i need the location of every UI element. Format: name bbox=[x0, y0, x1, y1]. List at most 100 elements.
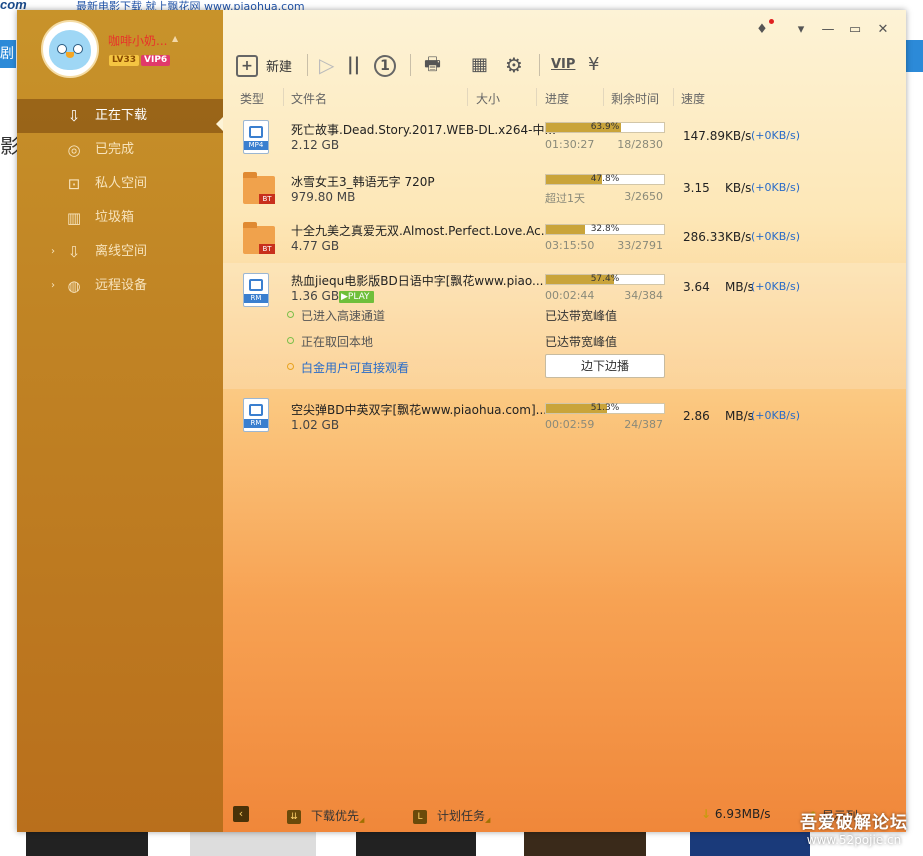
sidebar-item-downloading[interactable]: ⇩ 正在下载 bbox=[17, 99, 223, 133]
sidebar-item-trash[interactable]: ▥ 垃圾箱 bbox=[17, 201, 223, 235]
task-speed-boost[interactable]: (+0KB/s) bbox=[751, 181, 800, 194]
user-avatar[interactable] bbox=[41, 20, 99, 78]
column-header-type[interactable]: 类型 bbox=[240, 90, 264, 107]
task-remaining-time: 00:02:59 bbox=[545, 418, 595, 431]
sidebar-item-remote-device[interactable]: › ◍ 远程设备 bbox=[17, 269, 223, 303]
column-header-progress[interactable]: 进度 bbox=[545, 90, 569, 107]
column-header-remaining[interactable]: 剩余时间 bbox=[611, 90, 659, 107]
new-task-label[interactable]: 新建 bbox=[266, 56, 292, 75]
column-header-size[interactable]: 大小 bbox=[476, 90, 500, 107]
sidebar-item-completed[interactable]: ◎ 已完成 bbox=[17, 133, 223, 167]
task-speed-boost[interactable]: (+0KB/s) bbox=[751, 280, 800, 293]
wallet-icon[interactable]: ¥ bbox=[588, 52, 599, 78]
column-header-filename[interactable]: 文件名 bbox=[291, 90, 327, 107]
task-speed: 147.89KB/s bbox=[683, 129, 752, 143]
user-menu-caret-icon[interactable]: ▲ bbox=[172, 34, 178, 43]
play-button[interactable]: ▶PLAY bbox=[339, 291, 374, 303]
column-divider[interactable] bbox=[673, 88, 674, 106]
collapse-sidebar-icon[interactable]: ‹ bbox=[233, 806, 249, 822]
task-size: 1.02 GB bbox=[291, 418, 340, 432]
task-progress-text: 32.8% bbox=[590, 224, 620, 234]
sidebar-item-offline-space[interactable]: › ⇩ 离线空间 bbox=[17, 235, 223, 269]
task-speed-boost[interactable]: (+0KB/s) bbox=[751, 409, 800, 422]
minimize-icon[interactable]: — bbox=[820, 22, 836, 38]
background-thumbnail[interactable] bbox=[356, 832, 476, 856]
task-progress-bar: 32.8% bbox=[545, 224, 665, 235]
pause-icon[interactable]: || bbox=[347, 52, 360, 78]
avatar-eye bbox=[73, 44, 83, 54]
maximize-icon[interactable]: ▭ bbox=[847, 22, 863, 38]
column-divider[interactable] bbox=[603, 88, 604, 106]
task-row-expanded[interactable]: RM 热血jiequ电影版BD日语中字[飘花www.piao... 1.36 G… bbox=[223, 263, 906, 389]
vip-badge: VIP6 bbox=[141, 55, 171, 66]
scheduled-tasks-button[interactable]: L 计划任务◢ bbox=[413, 807, 490, 824]
settings-icon[interactable]: ⚙ bbox=[505, 52, 523, 78]
expand-arrow-icon[interactable]: › bbox=[51, 235, 55, 269]
background-thumbnail[interactable] bbox=[524, 832, 646, 856]
download-priority-button[interactable]: ⇊ 下载优先◢ bbox=[287, 807, 364, 824]
column-divider[interactable] bbox=[283, 88, 284, 106]
limit-speed-icon: 1 bbox=[374, 54, 396, 77]
task-remaining-time: 03:15:50 bbox=[545, 239, 595, 252]
new-task-icon: + bbox=[236, 54, 258, 77]
task-progress-bar: 47.8% bbox=[545, 174, 665, 185]
high-speed-channel-status: 已进入高速通道 bbox=[301, 309, 386, 323]
task-row[interactable]: MP4 死亡故事.Dead.Story.2017.WEB-DL.x264-中..… bbox=[223, 110, 906, 160]
platinum-watch-link[interactable]: 白金用户可直接观看 bbox=[301, 359, 409, 376]
task-filename: 热血jiequ电影版BD日语中字[飘花www.piao... bbox=[291, 274, 544, 288]
task-piece-count: 3/2650 bbox=[624, 190, 663, 203]
task-row[interactable]: BT 冰雪女王3_韩语无字 720P 979.80 MB 47.8% 超过1天 … bbox=[223, 162, 906, 212]
notification-dot bbox=[769, 19, 774, 24]
column-divider[interactable] bbox=[467, 88, 468, 106]
status-dot bbox=[287, 311, 294, 318]
task-speed-boost[interactable]: (+0KB/s) bbox=[751, 129, 800, 142]
task-piece-count: 18/2830 bbox=[617, 138, 663, 151]
retrieve-local-status: 正在取回本地 bbox=[301, 335, 374, 349]
shutdown-plan-icon[interactable]: 🖶 bbox=[424, 52, 441, 78]
expand-arrow-icon[interactable]: › bbox=[51, 269, 55, 303]
rm-file-icon: RM bbox=[243, 398, 271, 432]
avatar-bird-image bbox=[49, 30, 91, 70]
rm-file-icon: RM bbox=[243, 273, 271, 307]
play-label: PLAY bbox=[347, 292, 370, 302]
watermark-title: 吾爱破解论坛 bbox=[800, 813, 908, 833]
task-row[interactable]: RM 空尖弹BD中英双字[飘花www.piaohua.com].... 1.02… bbox=[223, 394, 906, 444]
sidebar-item-private-space[interactable]: ⊡ 私人空间 bbox=[17, 167, 223, 201]
new-task-button[interactable]: + bbox=[236, 52, 258, 78]
background-thumbnail[interactable] bbox=[26, 832, 148, 856]
column-header-speed[interactable]: 速度 bbox=[681, 90, 705, 107]
level-badge: LV33 bbox=[109, 55, 139, 66]
vip-icon[interactable]: VIP bbox=[551, 52, 575, 78]
bt-folder-icon: BT bbox=[243, 172, 275, 206]
stream-while-download-button[interactable]: 边下边播 bbox=[545, 354, 665, 378]
task-speed-boost[interactable]: (+0KB/s) bbox=[751, 230, 800, 243]
sidebar-item-label: 远程设备 bbox=[95, 278, 148, 293]
background-thumbnail[interactable] bbox=[190, 832, 316, 856]
sidebar-item-label: 垃圾箱 bbox=[95, 210, 135, 225]
task-progress-text: 51.3% bbox=[590, 403, 620, 413]
remote-device-icon: ◍ bbox=[67, 277, 81, 295]
sidebar-item-label: 已完成 bbox=[95, 142, 135, 157]
column-divider[interactable] bbox=[536, 88, 537, 106]
task-filename: 死亡故事.Dead.Story.2017.WEB-DL.x264-中... bbox=[291, 123, 556, 137]
background-thumbnail[interactable] bbox=[690, 832, 810, 856]
task-progress-bar: 63.9% bbox=[545, 122, 665, 133]
download-icon: ⇩ bbox=[67, 107, 81, 125]
username[interactable]: 咖啡小奶... bbox=[108, 32, 167, 49]
main-menu-icon[interactable]: ▾ bbox=[793, 22, 809, 38]
apps-icon[interactable]: ▦ bbox=[471, 52, 488, 78]
play-icon[interactable]: ▷ bbox=[319, 52, 334, 78]
priority-icon: ⇊ bbox=[287, 809, 301, 824]
skin-icon[interactable]: ♦ bbox=[754, 22, 770, 38]
watermark-url: www.52pojie.cn bbox=[806, 833, 902, 847]
task-progress-text: 57.4% bbox=[590, 274, 620, 284]
offline-download-icon: ⇩ bbox=[67, 243, 81, 261]
close-icon[interactable]: ✕ bbox=[875, 22, 891, 38]
check-circle-icon: ◎ bbox=[67, 141, 81, 159]
background-tab[interactable]: 剧 bbox=[0, 40, 16, 68]
limit-speed-button[interactable]: 1 bbox=[374, 52, 396, 78]
status-dot bbox=[287, 337, 294, 344]
sidebar-item-label: 正在下载 bbox=[95, 108, 148, 123]
task-row[interactable]: BT 十全九美之真爱无双.Almost.Perfect.Love.Ac... 4… bbox=[223, 212, 906, 262]
task-piece-count: 34/384 bbox=[624, 289, 663, 302]
